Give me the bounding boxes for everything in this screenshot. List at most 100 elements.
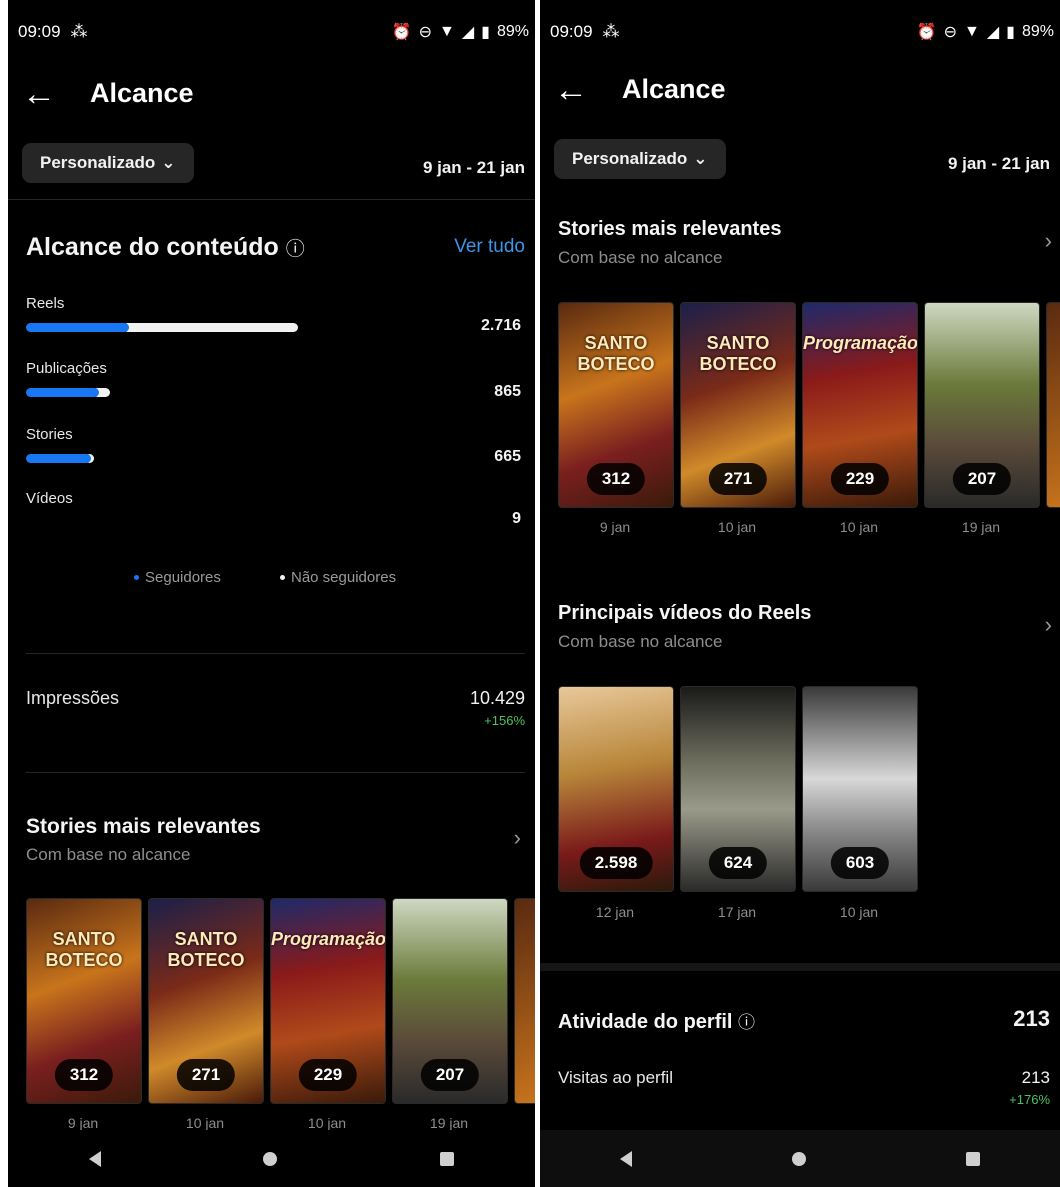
- legend-followers: Seguidores: [134, 569, 221, 586]
- info-icon[interactable]: ⓘ: [286, 239, 305, 260]
- story-thumbnail[interactable]: SANTO BOTECO 312: [558, 302, 674, 508]
- chevron-right-icon[interactable]: ›: [1045, 228, 1052, 254]
- reel-thumbnail[interactable]: 603: [802, 686, 918, 892]
- page-title: Alcance: [90, 78, 194, 108]
- story-count-badge: 312: [586, 463, 646, 495]
- chevron-down-icon: ⌄: [693, 149, 708, 168]
- story-thumbnail[interactable]: 207: [924, 302, 1040, 508]
- nav-back-icon[interactable]: [620, 1151, 632, 1167]
- bar-label-reels: Reels: [26, 295, 65, 312]
- nav-recents-icon[interactable]: [439, 1152, 454, 1166]
- impressions-value: 10.429: [469, 688, 525, 708]
- story-overlay-text: SANTO BOTECO: [45, 929, 123, 970]
- story-date: 19 jan: [429, 1115, 469, 1131]
- wifi-icon: ▼: [439, 23, 455, 40]
- signal-icon: ◢: [461, 24, 475, 41]
- bar-reels: [26, 323, 298, 332]
- period-filter-button[interactable]: Personalizado ⌄: [554, 139, 726, 179]
- dnd-icon: ⊖: [943, 24, 957, 41]
- followers-dot-icon: [134, 575, 139, 580]
- reel-thumbnail[interactable]: 2.598: [558, 686, 674, 892]
- reel-count-badge: 624: [708, 847, 768, 879]
- chevron-right-icon[interactable]: ›: [514, 825, 521, 851]
- divider: [26, 772, 525, 773]
- story-count-badge: 229: [830, 463, 890, 495]
- bar-posts-followers: [26, 388, 100, 397]
- signal-icon: ◢: [986, 24, 1000, 41]
- story-date: 10 jan: [185, 1115, 225, 1131]
- date-range: 9 jan - 21 jan: [422, 158, 525, 177]
- status-time: 09:09: [550, 22, 593, 41]
- story-thumbnail-partial[interactable]: [1046, 302, 1060, 508]
- bar-label-stories: Stories: [26, 426, 73, 443]
- story-thumbnail-partial[interactable]: [514, 898, 535, 1104]
- story-date: 9 jan: [599, 519, 631, 535]
- nav-back-icon[interactable]: [89, 1151, 102, 1167]
- date-range: 9 jan - 21 jan: [947, 154, 1050, 173]
- section-divider: [540, 963, 1060, 971]
- nav-recents-icon[interactable]: [966, 1152, 980, 1166]
- story-overlay-text: SANTO BOTECO: [167, 929, 245, 970]
- nav-home-icon[interactable]: [792, 1152, 806, 1166]
- battery-icon: ▮: [1006, 24, 1015, 41]
- back-arrow-icon[interactable]: ←: [554, 73, 588, 107]
- header: ← Alcance: [22, 77, 194, 111]
- bar-label-posts: Publicações: [26, 360, 107, 377]
- bar-stories: [26, 454, 298, 463]
- header: ← Alcance: [554, 73, 726, 107]
- chevron-right-icon[interactable]: ›: [1045, 612, 1052, 638]
- story-thumbnail[interactable]: Programação 229: [270, 898, 386, 1104]
- reel-thumbnail[interactable]: 624: [680, 686, 796, 892]
- stories-subtitle: Com base no alcance: [26, 845, 191, 864]
- battery-percent: 89%: [1021, 23, 1054, 40]
- bar-value-videos: 9: [512, 510, 521, 527]
- profile-visits-label: Visitas ao perfil: [558, 1068, 673, 1087]
- story-date: 10 jan: [307, 1115, 347, 1131]
- impressions-label: Impressões: [26, 688, 120, 708]
- notification-icon: ⁂: [70, 22, 88, 41]
- story-count-badge: 312: [54, 1059, 114, 1091]
- right-screen: 09:09 ⁂ ⏰ ⊖ ▼ ◢ ▮ 89% ← Alcance Personal…: [540, 0, 1060, 1187]
- reel-date: 10 jan: [839, 904, 879, 920]
- battery-percent: 89%: [496, 23, 529, 40]
- reel-date: 12 jan: [595, 904, 635, 920]
- reels-heading: Principais vídeos do Reels: [558, 602, 812, 624]
- story-date: 19 jan: [961, 519, 1001, 535]
- story-thumbnail[interactable]: SANTO BOTECO 312: [26, 898, 142, 1104]
- left-screen: 09:09 ⁂ ⏰ ⊖ ▼ ◢ ▮ 89% ← Alcance Personal…: [8, 0, 535, 1187]
- story-date: 10 jan: [839, 519, 879, 535]
- story-thumbnail[interactable]: SANTO BOTECO 271: [680, 302, 796, 508]
- page-title: Alcance: [622, 74, 726, 104]
- system-navbar: [540, 1130, 1060, 1187]
- story-count-badge: 271: [708, 463, 768, 495]
- see-all-link[interactable]: Ver tudo: [454, 236, 525, 258]
- reel-count-badge: 603: [830, 847, 890, 879]
- story-count-badge: 207: [952, 463, 1012, 495]
- story-overlay-text: SANTO BOTECO: [699, 333, 777, 374]
- bar-reels-followers: [26, 323, 130, 332]
- status-bar: 09:09 ⁂ ⏰ ⊖ ▼ ◢ ▮ 89%: [18, 18, 529, 46]
- story-thumbnail[interactable]: SANTO BOTECO 271: [148, 898, 264, 1104]
- reach-heading-text: Alcance do conteúdo: [26, 233, 279, 261]
- reel-date: 17 jan: [717, 904, 757, 920]
- bar-label-videos: Vídeos: [26, 490, 73, 507]
- story-overlay-text: SANTO BOTECO: [577, 333, 655, 374]
- legend-followers-label: Seguidores: [145, 569, 221, 586]
- nav-home-icon[interactable]: [263, 1152, 278, 1166]
- story-count-badge: 271: [176, 1059, 236, 1091]
- profile-visits-value: 213: [1021, 1068, 1050, 1087]
- story-overlay-text: Programação: [803, 333, 918, 353]
- story-thumbnail[interactable]: Programação 229: [802, 302, 918, 508]
- period-filter-button[interactable]: Personalizado ⌄: [22, 143, 194, 183]
- impressions-delta: +156%: [484, 713, 525, 728]
- story-thumbnail[interactable]: 207: [392, 898, 508, 1104]
- dnd-icon: ⊖: [418, 24, 432, 41]
- status-time: 09:09: [18, 22, 61, 41]
- status-bar: 09:09 ⁂ ⏰ ⊖ ▼ ◢ ▮ 89%: [550, 18, 1054, 46]
- info-icon[interactable]: ⓘ: [738, 1013, 755, 1032]
- back-arrow-icon[interactable]: ←: [22, 77, 56, 111]
- non-followers-dot-icon: [280, 575, 285, 580]
- system-navbar: [8, 1130, 535, 1187]
- bar-value-posts: 865: [494, 383, 521, 400]
- period-filter-label: Personalizado: [40, 153, 156, 172]
